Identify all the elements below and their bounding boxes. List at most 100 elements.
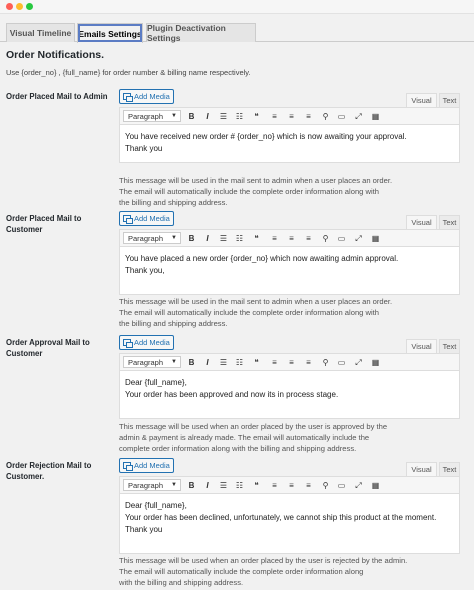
bold-icon[interactable]: B <box>186 480 197 491</box>
tab-text-editor[interactable]: Text <box>439 339 460 353</box>
add-media-label: Add Media <box>134 92 170 101</box>
bold-icon[interactable]: B <box>186 357 197 368</box>
add-media-button[interactable]: Add Media <box>119 211 174 226</box>
link-icon[interactable]: ⚲ <box>320 111 331 122</box>
bold-icon[interactable]: B <box>186 111 197 122</box>
editor-line: Thank you, <box>125 266 165 275</box>
help-line: This message will be used when an order … <box>119 556 408 565</box>
tab-text-editor[interactable]: Text <box>439 462 460 476</box>
format-select-value: Paragraph <box>128 357 164 367</box>
help-line: This message will be used when an order … <box>119 422 388 431</box>
read-more-icon[interactable]: ▭ <box>336 357 347 368</box>
close-window-button[interactable] <box>6 3 13 10</box>
add-media-icon <box>123 462 133 471</box>
tab-emails-settings[interactable]: Emails Settings <box>77 23 143 43</box>
editor-content[interactable]: You have received new order # {order_no}… <box>120 125 459 159</box>
tab-visual-editor[interactable]: Visual <box>406 339 437 353</box>
editor-frame: Paragraph ▼ B I ☰ ☷ ❝ ≡ ≡ ≡ ⚲ ▭ ⤢ ▦ You have received… <box>119 107 460 163</box>
zoom-window-button[interactable] <box>26 3 33 10</box>
align-left-icon[interactable]: ≡ <box>269 233 280 244</box>
window-titlebar <box>0 0 474 14</box>
fullscreen-icon[interactable]: ⤢ <box>353 233 364 244</box>
editor-line: Thank you <box>125 144 163 153</box>
editor-content[interactable]: Dear {full_name}, Your order has been ap… <box>120 371 459 405</box>
add-media-button[interactable]: Add Media <box>119 89 174 104</box>
bold-icon[interactable]: B <box>186 233 197 244</box>
minimize-window-button[interactable] <box>16 3 23 10</box>
tab-text-editor[interactable]: Text <box>439 215 460 229</box>
editor-line: You have placed a new order {order_no} w… <box>125 254 399 263</box>
italic-icon[interactable]: I <box>202 233 213 244</box>
fullscreen-icon[interactable]: ⤢ <box>353 480 364 491</box>
bullet-list-icon[interactable]: ☰ <box>218 480 229 491</box>
tab-visual-timeline[interactable]: Visual Timeline <box>6 23 75 42</box>
toolbar-toggle-icon[interactable]: ▦ <box>370 233 381 244</box>
editor-line: Dear {full_name}, <box>125 378 187 387</box>
align-left-icon[interactable]: ≡ <box>269 357 280 368</box>
blockquote-icon[interactable]: ❝ <box>251 480 262 491</box>
editor-content[interactable]: Dear {full_name}, Your order has been de… <box>120 494 459 540</box>
italic-icon[interactable]: I <box>202 480 213 491</box>
link-icon[interactable]: ⚲ <box>320 233 331 244</box>
align-right-icon[interactable]: ≡ <box>303 357 314 368</box>
blockquote-icon[interactable]: ❝ <box>251 233 262 244</box>
tab-visual-editor[interactable]: Visual <box>406 93 437 107</box>
setting-label-approval: Order Approval Mail to Customer <box>6 338 90 358</box>
align-left-icon[interactable]: ≡ <box>269 480 280 491</box>
align-right-icon[interactable]: ≡ <box>303 233 314 244</box>
read-more-icon[interactable]: ▭ <box>336 111 347 122</box>
help-line: The email will automatically include the… <box>119 567 364 576</box>
editor-line: You have received new order # {order_no}… <box>125 132 407 141</box>
align-center-icon[interactable]: ≡ <box>286 233 297 244</box>
link-icon[interactable]: ⚲ <box>320 357 331 368</box>
fullscreen-icon[interactable]: ⤢ <box>353 357 364 368</box>
toolbar-toggle-icon[interactable]: ▦ <box>370 480 381 491</box>
help-line: complete order information along with th… <box>119 444 357 453</box>
bullet-list-icon[interactable]: ☰ <box>218 233 229 244</box>
numbered-list-icon[interactable]: ☷ <box>234 111 245 122</box>
tab-text-editor[interactable]: Text <box>439 93 460 107</box>
toolbar-toggle-icon[interactable]: ▦ <box>370 357 381 368</box>
add-media-label: Add Media <box>134 214 170 223</box>
format-select-value: Paragraph <box>128 111 164 121</box>
blockquote-icon[interactable]: ❝ <box>251 111 262 122</box>
page-description: Use {order_no} , {full_name} for order n… <box>6 68 251 77</box>
help-text: This message will be used in the mail se… <box>119 296 460 329</box>
editor-content[interactable]: You have placed a new order {order_no} w… <box>120 247 459 281</box>
align-center-icon[interactable]: ≡ <box>286 111 297 122</box>
blockquote-icon[interactable]: ❝ <box>251 357 262 368</box>
read-more-icon[interactable]: ▭ <box>336 233 347 244</box>
numbered-list-icon[interactable]: ☷ <box>234 357 245 368</box>
align-center-icon[interactable]: ≡ <box>286 357 297 368</box>
help-text: This message will be used when an order … <box>119 421 460 454</box>
tab-visual-editor[interactable]: Visual <box>406 462 437 476</box>
help-text: This message will be used in the mail se… <box>119 175 460 208</box>
format-select[interactable]: Paragraph ▼ <box>123 356 181 368</box>
link-icon[interactable]: ⚲ <box>320 480 331 491</box>
add-media-button[interactable]: Add Media <box>119 458 174 473</box>
editor-line: Dear {full_name}, <box>125 501 187 510</box>
help-line: This message will be used in the mail se… <box>119 176 393 185</box>
toolbar-toggle-icon[interactable]: ▦ <box>370 111 381 122</box>
italic-icon[interactable]: I <box>202 111 213 122</box>
tab-plugin-deactivation-settings[interactable]: Plugin Deactivation Settings <box>146 23 256 43</box>
read-more-icon[interactable]: ▭ <box>336 480 347 491</box>
add-media-button[interactable]: Add Media <box>119 335 174 350</box>
align-center-icon[interactable]: ≡ <box>286 480 297 491</box>
setting-label-customer-placed: Order Placed Mail to Customer <box>6 214 82 234</box>
help-line: the billing and shipping address. <box>119 198 228 207</box>
numbered-list-icon[interactable]: ☷ <box>234 233 245 244</box>
align-right-icon[interactable]: ≡ <box>303 480 314 491</box>
format-select[interactable]: Paragraph ▼ <box>123 479 181 491</box>
format-select[interactable]: Paragraph ▼ <box>123 110 181 122</box>
numbered-list-icon[interactable]: ☷ <box>234 480 245 491</box>
align-right-icon[interactable]: ≡ <box>303 111 314 122</box>
align-left-icon[interactable]: ≡ <box>269 111 280 122</box>
fullscreen-icon[interactable]: ⤢ <box>353 111 364 122</box>
bullet-list-icon[interactable]: ☰ <box>218 357 229 368</box>
bullet-list-icon[interactable]: ☰ <box>218 111 229 122</box>
editor-line: Your order has been declined, unfortunat… <box>125 513 437 522</box>
format-select[interactable]: Paragraph ▼ <box>123 232 181 244</box>
italic-icon[interactable]: I <box>202 357 213 368</box>
tab-visual-editor[interactable]: Visual <box>406 215 437 229</box>
